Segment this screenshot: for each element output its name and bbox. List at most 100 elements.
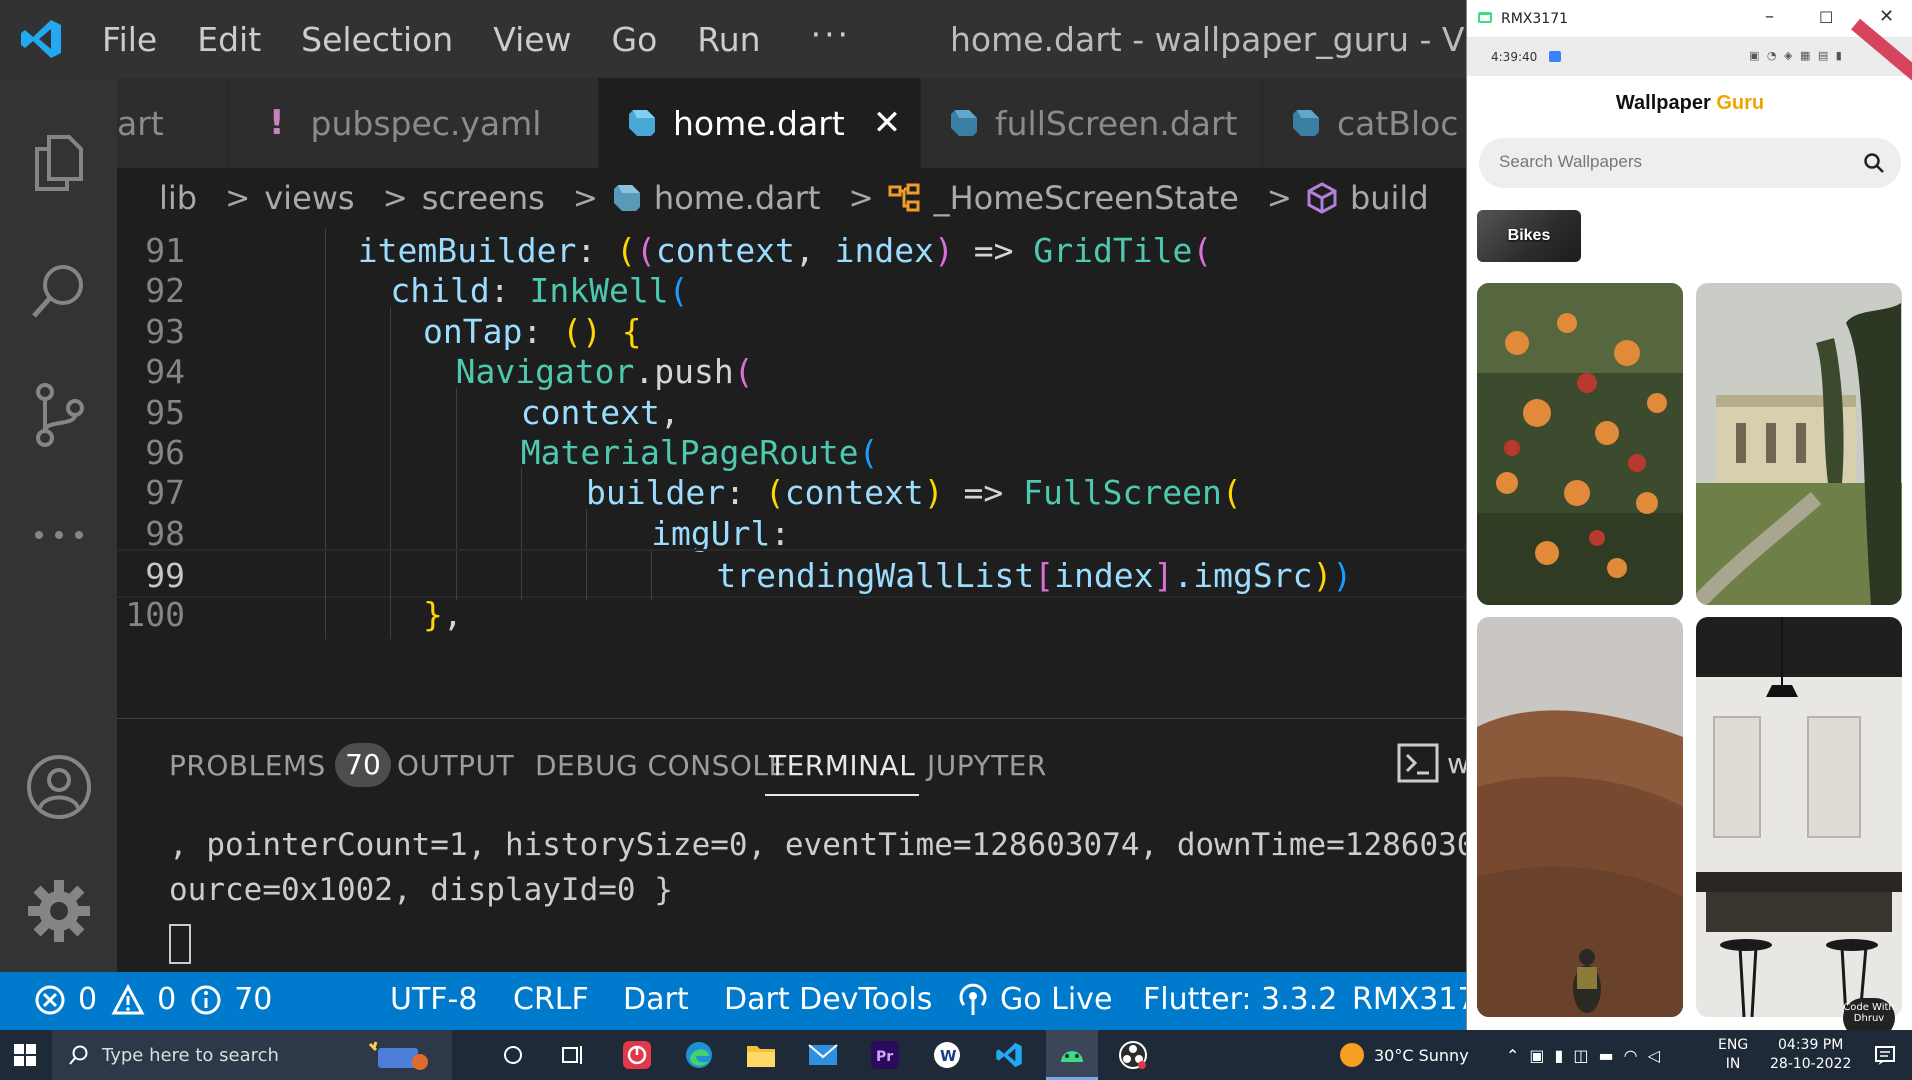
obs-app-icon[interactable]	[1108, 1030, 1158, 1080]
terminal-shell-icon[interactable]	[1397, 743, 1439, 787]
category-chip-bikes[interactable]: Bikes	[1477, 210, 1581, 262]
accounts-icon[interactable]	[0, 732, 117, 842]
menu-selection[interactable]: Selection	[281, 20, 473, 59]
settings-gear-icon[interactable]	[0, 856, 117, 966]
phone-clock: 4:39:40	[1491, 50, 1538, 64]
volume-icon: ◁	[1647, 1045, 1670, 1065]
terminal-output-line: ource=0x1002, displayId=0 }	[169, 872, 673, 908]
breadcrumb-class[interactable]: _HomeScreenState	[888, 179, 1239, 217]
recorder-app-icon[interactable]	[612, 1030, 662, 1080]
dart-icon	[1291, 108, 1321, 138]
more-views-icon[interactable]	[0, 480, 117, 590]
app-title-main: Wallpaper	[1615, 92, 1711, 114]
language-indicator[interactable]: ENG IN	[1718, 1030, 1748, 1080]
language-code: ENG	[1718, 1037, 1749, 1053]
code-token: context	[520, 392, 660, 432]
tab-output[interactable]: OUTPUT	[397, 749, 514, 782]
menu-view[interactable]: View	[473, 20, 591, 59]
go-live-button[interactable]: Go Live	[958, 982, 1112, 1017]
device-status[interactable]: RMX3171	[1352, 982, 1466, 1017]
language-status[interactable]: Dart	[623, 982, 689, 1017]
tab-jupyter[interactable]: JUPYTER	[927, 749, 1047, 782]
status-icons: ▣ ◔ ◈ ▦ ▤ ▮	[1749, 49, 1844, 62]
wallpaper-tile[interactable]	[1696, 617, 1902, 1017]
close-window-button[interactable]: ✕	[1879, 6, 1894, 27]
chevron-up-icon[interactable]: ⌃	[1506, 1046, 1529, 1065]
panel-tabs: PROBLEMS 70 OUTPUT DEBUG CONSOLE TERMINA…	[117, 719, 1466, 815]
source-control-icon[interactable]	[0, 360, 117, 470]
vscode-taskbar-icon[interactable]	[984, 1030, 1034, 1080]
chevron-right-icon: >	[225, 180, 251, 216]
terminal-cursor	[169, 924, 191, 964]
taskbar-search-input[interactable]: Type here to search	[52, 1030, 452, 1080]
system-tray-icons[interactable]: ⌃ ▣ ▮ ◫ ▬ ◠ ◁	[1506, 1030, 1670, 1080]
search-wallpapers-input[interactable]: Search Wallpapers	[1479, 138, 1901, 188]
menu-go[interactable]: Go	[592, 20, 678, 59]
mail-app-icon[interactable]	[798, 1030, 848, 1080]
terminal-shell-name[interactable]: w	[1447, 747, 1466, 780]
error-count: 0	[78, 982, 98, 1017]
breadcrumb-method[interactable]: build	[1306, 179, 1429, 217]
warning-count: 0	[157, 982, 177, 1017]
android-emulator-taskbar-icon[interactable]	[1046, 1030, 1098, 1080]
code-line[interactable]: 100},	[117, 589, 1466, 639]
devtools-status[interactable]: Dart DevTools	[724, 982, 932, 1017]
category-label: Bikes	[1507, 227, 1551, 244]
wallpaper-tile[interactable]	[1696, 283, 1902, 605]
breadcrumb: lib > views > screens > home.dart > _Hom…	[117, 168, 1466, 228]
flutter-version-status[interactable]: Flutter: 3.3.2	[1143, 982, 1337, 1017]
code-token: imgUrl	[651, 513, 771, 553]
menu-more-button[interactable]: ···	[781, 15, 881, 64]
maximize-button[interactable]: ☐	[1819, 8, 1833, 27]
tab-home-dart[interactable]: home.dart ✕	[599, 78, 921, 168]
windows-start-icon[interactable]	[0, 1030, 50, 1080]
menu-file[interactable]: File	[82, 20, 177, 59]
breadcrumb-views[interactable]: views	[264, 179, 354, 217]
tab-label: pubspec.yaml	[310, 103, 542, 143]
tab-fullscreen-dart[interactable]: fullScreen.dart	[921, 78, 1263, 168]
menu-edit[interactable]: Edit	[177, 20, 281, 59]
problems-status[interactable]: 0 0 70	[34, 982, 272, 1017]
minimize-button[interactable]: –	[1765, 6, 1774, 27]
tab-debug-console[interactable]: DEBUG CONSOLE	[535, 749, 787, 782]
code-editor[interactable]: 91 itemBuilder: ((context, index) => Grid…	[117, 228, 1466, 718]
explorer-icon[interactable]	[0, 108, 117, 218]
svg-text:Pr: Pr	[876, 1049, 893, 1065]
tab-pubspec[interactable]: ! pubspec.yaml	[229, 78, 599, 168]
chevron-right-icon: >	[848, 180, 874, 216]
encoding-status[interactable]: UTF-8	[390, 982, 477, 1017]
file-explorer-icon[interactable]	[736, 1030, 786, 1080]
clock[interactable]: 04:39 PM 28-10-2022	[1770, 1030, 1851, 1080]
code-token: child	[390, 271, 490, 311]
edge-browser-icon[interactable]	[674, 1030, 724, 1080]
tab-catbloc[interactable]: catBloc	[1263, 78, 1466, 168]
menu-run[interactable]: Run	[677, 20, 780, 59]
breadcrumb-screens[interactable]: screens	[422, 179, 545, 217]
tab-label: catBloc	[1337, 103, 1459, 143]
code-token: context	[784, 473, 924, 513]
wallpaper-tile[interactable]	[1477, 617, 1683, 1017]
breadcrumb-file[interactable]: home.dart	[612, 179, 820, 217]
bottom-panel: PROBLEMS 70 OUTPUT DEBUG CONSOLE TERMINA…	[117, 718, 1466, 972]
clock-date: 28-10-2022	[1770, 1056, 1852, 1072]
search-icon[interactable]	[0, 236, 117, 346]
weather-widget[interactable]: 30°C Sunny	[1340, 1030, 1469, 1080]
code-token: :	[522, 311, 563, 351]
eol-status[interactable]: CRLF	[513, 982, 589, 1017]
code-token: )	[923, 473, 944, 513]
tab-problems[interactable]: PROBLEMS	[169, 749, 326, 782]
task-view-icon[interactable]	[548, 1030, 598, 1080]
close-tab-icon[interactable]: ✕	[873, 103, 902, 143]
wps-app-icon[interactable]: W	[922, 1030, 972, 1080]
search-icon[interactable]	[1863, 152, 1885, 178]
notification-center-icon[interactable]	[1862, 1030, 1908, 1080]
cortana-icon[interactable]	[488, 1030, 538, 1080]
indent-guide	[325, 589, 327, 639]
breadcrumb-lib[interactable]: lib	[159, 179, 197, 217]
code-token: =>	[953, 231, 1034, 270]
wallpaper-tile[interactable]	[1477, 283, 1683, 605]
tab-art[interactable]: art	[117, 78, 229, 168]
premiere-pro-icon[interactable]: Pr	[860, 1030, 910, 1080]
tab-terminal[interactable]: TERMINAL	[764, 749, 920, 796]
